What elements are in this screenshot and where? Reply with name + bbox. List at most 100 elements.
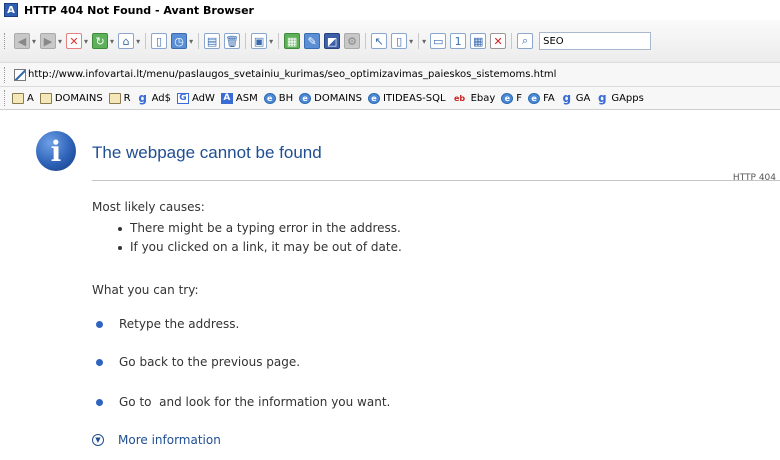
try-item: Go to and look for the information you w… — [96, 395, 390, 409]
bookmark-label: ASM — [235, 92, 258, 104]
try-item: Go back to the previous page. — [96, 355, 300, 369]
bookmark-label: F — [516, 92, 523, 104]
toolbar-separator — [198, 33, 200, 49]
bookmark-label: GApps — [611, 92, 644, 104]
bookmark-label: AdW — [192, 92, 215, 104]
print-icon[interactable]: ▤ — [204, 33, 221, 49]
gear-icon[interactable]: ⚙ — [344, 33, 361, 49]
image-icon[interactable]: ▦ — [284, 33, 301, 49]
bookmark-label: Ad$ — [151, 92, 171, 104]
bookmark-gapps[interactable]: g GApps — [596, 91, 644, 105]
toolbar-grip[interactable] — [4, 66, 8, 83]
bullet-icon — [96, 398, 103, 406]
folder-icon — [108, 92, 121, 104]
grid-view-icon[interactable]: ▦ — [470, 33, 487, 49]
toolbar-grip[interactable] — [4, 33, 8, 49]
try-text: Go back to the previous page. — [119, 355, 301, 369]
bookmark-a[interactable]: A — [12, 92, 34, 104]
search-icon[interactable]: ⌕ — [517, 33, 534, 49]
home-dropdown-icon[interactable]: ▾ — [136, 37, 140, 46]
back-dropdown-icon[interactable]: ▾ — [32, 37, 36, 46]
page-favicon-icon — [14, 68, 26, 81]
close-all-icon[interactable]: ✕ — [490, 33, 507, 49]
edit-icon[interactable]: ✎ — [304, 33, 321, 49]
bookmark-ads[interactable]: g Ad$ — [137, 91, 171, 105]
toolbar-separator — [145, 33, 147, 49]
cause-text: If you clicked on a link, it may be out … — [130, 240, 402, 254]
history-icon[interactable]: ◷ — [171, 33, 188, 49]
bookmark-ebay[interactable]: eb Ebay — [452, 92, 496, 104]
toolbar-grip[interactable] — [4, 90, 8, 106]
forward-dropdown-icon[interactable]: ▾ — [58, 37, 62, 46]
google-icon: g — [598, 91, 607, 105]
toolbar-separator — [418, 33, 420, 49]
menu-dropdown-icon[interactable]: ▾ — [422, 37, 426, 46]
single-view-icon[interactable]: ▭ — [430, 33, 447, 49]
url-field[interactable]: http://www.infovartai.lt/menu/paslaugos_… — [28, 69, 556, 80]
new-page-dropdown-icon[interactable]: ▾ — [409, 37, 413, 46]
cause-item: If you clicked on a link, it may be out … — [118, 240, 402, 254]
bookmark-f[interactable]: eF — [501, 92, 523, 104]
ie-icon: e — [299, 92, 312, 104]
bookmark-label: Ebay — [470, 92, 496, 104]
causes-heading: Most likely causes: — [92, 200, 205, 214]
stop-dropdown-icon[interactable]: ▾ — [84, 37, 88, 46]
forward-icon[interactable]: ▶ — [40, 33, 57, 49]
main-toolbar: ◀ ▾ ▶ ▾ ✕ ▾ ↻ ▾ ⌂ ▾ ▯ ◷ ▾ ▤ 🗑 ▣ ▾ ▦ ✎ ◩ ⚙ ↖ ▯ ▾ … — [0, 20, 780, 62]
ie-icon: e — [528, 92, 541, 104]
save-dropdown-icon[interactable]: ▾ — [269, 37, 273, 46]
folder-icon — [12, 92, 24, 104]
bookmark-label: A — [27, 92, 34, 104]
search-input[interactable] — [539, 32, 652, 50]
more-information-label: More information — [118, 433, 221, 447]
bookmark-domains-folder[interactable]: DOMAINS — [39, 92, 103, 104]
http-error-code: HTTP 404 — [732, 173, 776, 183]
expand-chevron-icon: ▼ — [92, 434, 104, 446]
home-icon[interactable]: ⌂ — [118, 33, 135, 49]
cause-item: There might be a typing error in the add… — [118, 221, 401, 235]
bookmark-label: BH — [278, 92, 294, 104]
new-page-icon[interactable]: ▯ — [391, 33, 408, 49]
bookmark-domains[interactable]: e DOMAINS — [299, 92, 362, 104]
bookmark-ga[interactable]: g GA — [561, 91, 591, 105]
toolbar-separator — [511, 33, 513, 49]
info-icon: i — [36, 131, 76, 171]
bookmark-label: DOMAINS — [54, 92, 103, 104]
try-item: Retype the address. — [96, 317, 239, 331]
save-icon[interactable]: ▣ — [251, 33, 268, 49]
refresh-icon[interactable]: ↻ — [92, 33, 109, 49]
cause-text: There might be a typing error in the add… — [130, 221, 401, 235]
toolbar-separator — [365, 33, 367, 49]
stop-icon[interactable]: ✕ — [66, 33, 83, 49]
bookmark-label: ITIDEAS-SQL — [382, 92, 446, 104]
cursor-icon[interactable]: ↖ — [371, 33, 388, 49]
bookmark-label: R — [123, 92, 131, 104]
bullet-icon — [118, 245, 122, 250]
refresh-dropdown-icon[interactable]: ▾ — [110, 37, 114, 46]
back-icon[interactable]: ◀ — [14, 33, 30, 49]
ie-icon: e — [501, 92, 514, 104]
adwords-icon: G — [177, 92, 189, 104]
bookmarks-bar: A DOMAINS R g Ad$ G AdW A ASM e BH e DOMAINS … — [0, 86, 780, 110]
bookmark-fa[interactable]: e FA — [528, 92, 555, 104]
window-icon[interactable]: ◩ — [324, 33, 341, 49]
bookmark-label: GA — [575, 92, 591, 104]
avant-browser-logo-icon: A — [4, 3, 18, 17]
asm-icon: A — [220, 92, 233, 104]
tile-view-icon[interactable]: 1 — [450, 33, 467, 49]
more-information-link[interactable]: ▼ More information — [92, 433, 221, 447]
bookmark-r[interactable]: R — [108, 92, 131, 104]
bookmark-itideas-sql[interactable]: e ITIDEAS-SQL — [367, 92, 446, 104]
try-heading: What you can try: — [92, 283, 199, 297]
try-text: Retype the address. — [119, 317, 240, 331]
try-text: Go to and look for the information you w… — [119, 395, 391, 409]
bookmark-asm[interactable]: A ASM — [220, 92, 258, 104]
bookmark-bh[interactable]: e BH — [263, 92, 294, 104]
bookmark-adw[interactable]: G AdW — [177, 92, 215, 104]
title-bar: A HTTP 404 Not Found - Avant Browser — [0, 0, 780, 20]
delete-icon[interactable]: 🗑 — [224, 33, 241, 49]
page-icon[interactable]: ▯ — [151, 33, 168, 49]
google-icon: g — [138, 91, 147, 105]
title-divider — [92, 180, 780, 181]
history-dropdown-icon[interactable]: ▾ — [189, 37, 193, 46]
